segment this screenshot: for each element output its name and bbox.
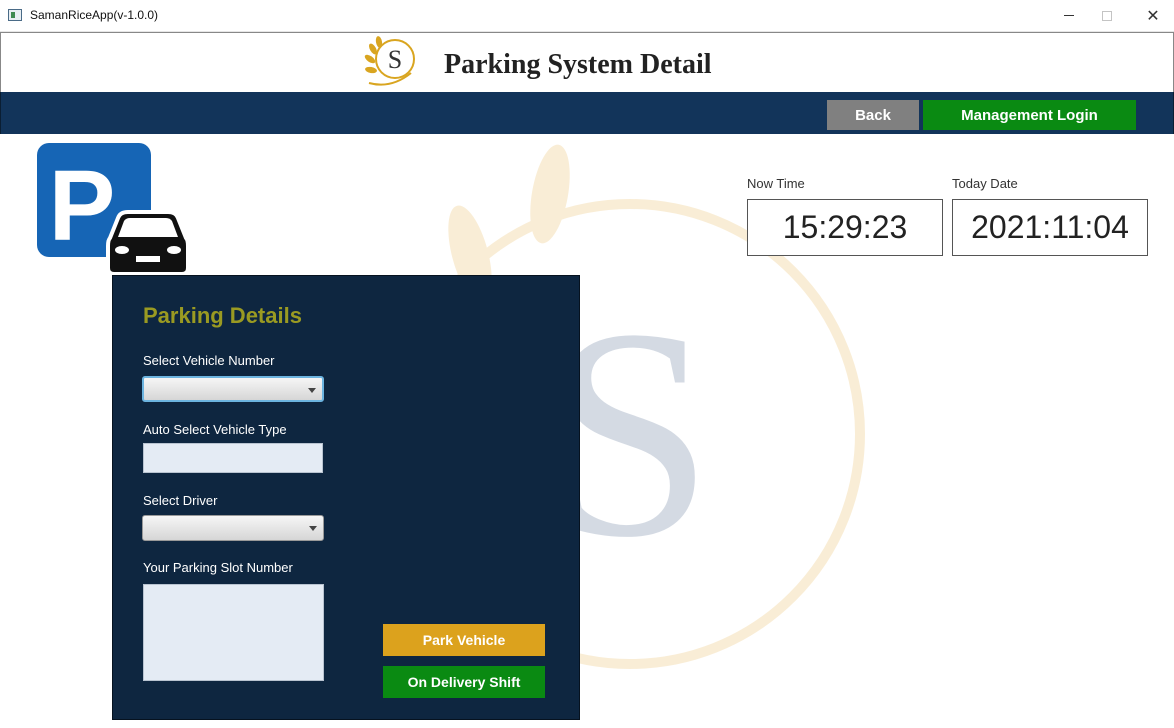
- panel-title: Parking Details: [143, 303, 302, 328]
- window-title: SamanRiceApp(v-1.0.0): [30, 8, 159, 22]
- page-title: Parking System Detail: [444, 49, 712, 80]
- now-time-display: 15:29:23: [747, 199, 943, 256]
- app-header: S Parking System Detail: [0, 32, 1174, 92]
- maximize-button[interactable]: [1084, 0, 1130, 31]
- maximize-icon: [1102, 10, 1112, 21]
- window-titlebar: SamanRiceApp(v-1.0.0) ✕: [0, 0, 1174, 32]
- parking-car-icon: P: [37, 143, 190, 276]
- car-icon: [106, 210, 190, 276]
- today-date-display: 2021:11:04: [952, 199, 1148, 256]
- on-delivery-shift-button[interactable]: On Delivery Shift: [383, 666, 545, 698]
- close-icon: ✕: [1146, 7, 1160, 25]
- parking-details-panel: Parking Details Select Vehicle Number Au…: [112, 275, 580, 720]
- chevron-down-icon: [308, 388, 316, 393]
- app-icon: [8, 9, 22, 21]
- now-time-label: Now Time: [747, 176, 805, 191]
- driver-label: Select Driver: [143, 493, 218, 508]
- minimize-icon: [1064, 15, 1074, 16]
- vehicle-type-field[interactable]: [143, 443, 323, 473]
- parking-slot-field[interactable]: [143, 584, 324, 681]
- management-login-button[interactable]: Management Login: [923, 100, 1136, 130]
- vehicle-type-label: Auto Select Vehicle Type: [143, 422, 287, 437]
- vehicle-number-label: Select Vehicle Number: [143, 353, 275, 368]
- park-vehicle-button[interactable]: Park Vehicle: [383, 624, 545, 656]
- back-button[interactable]: Back: [827, 100, 919, 130]
- logo-letter: S: [388, 45, 402, 74]
- chevron-down-icon: [309, 526, 317, 531]
- parking-letter: P: [49, 150, 116, 262]
- close-button[interactable]: ✕: [1130, 0, 1174, 31]
- parking-slot-label: Your Parking Slot Number: [143, 560, 293, 575]
- saman-logo-icon: S: [364, 36, 415, 86]
- vehicle-number-select[interactable]: [142, 376, 324, 402]
- nav-bar: Back Management Login: [0, 92, 1174, 134]
- driver-select[interactable]: [142, 515, 324, 541]
- today-date-label: Today Date: [952, 176, 1018, 191]
